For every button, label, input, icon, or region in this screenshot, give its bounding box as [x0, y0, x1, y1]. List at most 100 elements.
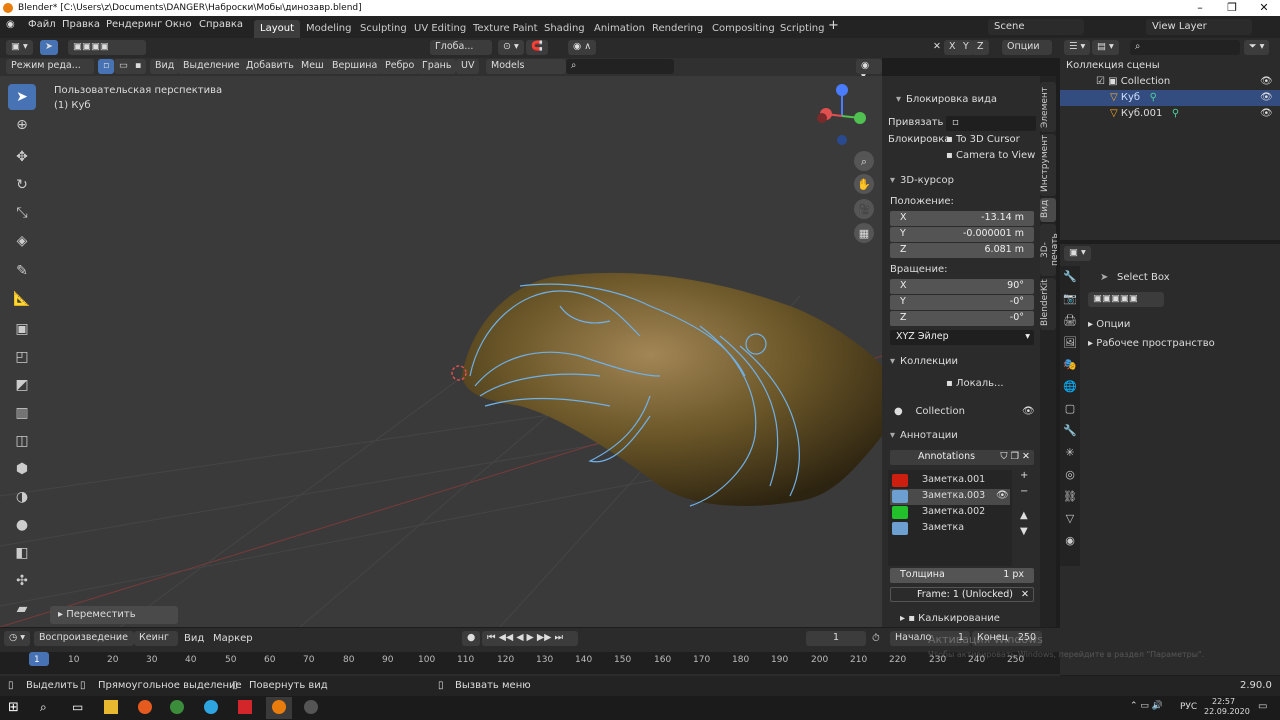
search-input[interactable]: ⌕	[566, 59, 674, 74]
shear-tool-icon[interactable]: ▰	[8, 596, 36, 622]
tab-item[interactable]: Элемент	[1040, 82, 1056, 132]
transform-orientation[interactable]: Глоба...	[430, 40, 492, 55]
annotation-layer-row[interactable]: Заметка.001	[890, 473, 1010, 489]
properties-editor-icon[interactable]: ▣ ▾	[1064, 246, 1091, 261]
world-tab-icon[interactable]: 🌐	[1060, 376, 1080, 398]
edge-slide-tool-icon[interactable]: ◧	[8, 540, 36, 566]
select-mode-buttons[interactable]: ▣▣▣▣▣	[1088, 292, 1164, 307]
mode-selector[interactable]: Режим реда...	[6, 59, 94, 74]
add-workspace-icon[interactable]: +	[828, 18, 839, 33]
proportional-icon[interactable]: ◉ ∧	[568, 40, 597, 55]
object-tab-icon[interactable]: ▢	[1060, 398, 1080, 420]
timeline-editor-icon[interactable]: ◷ ▾	[4, 631, 31, 646]
layer-color-swatch[interactable]	[892, 490, 908, 503]
timeline-marker-menu[interactable]: Маркер	[213, 633, 253, 644]
keyboard-language[interactable]: РУС	[1180, 702, 1197, 712]
constraints-tab-icon[interactable]: ⛓	[1060, 486, 1080, 508]
annotation-layer-row[interactable]: Заметка.003 👁	[890, 489, 1010, 505]
task-view-icon[interactable]: ▭	[72, 700, 83, 714]
cursor-loc-x[interactable]: X -13.14 m	[890, 211, 1034, 226]
3d-viewport[interactable]: ⌕ ✋ 🎥 ▦ Пользовательская перспектива (1)…	[0, 76, 882, 627]
face-select-icon[interactable]: ▪	[130, 59, 147, 74]
annotations-panel-header[interactable]: Аннотации	[886, 427, 958, 445]
tray-icons[interactable]: ⌃ ▭ 🔊	[1130, 701, 1163, 711]
layer-color-swatch[interactable]	[892, 506, 908, 519]
options-dropdown[interactable]: Опции	[1002, 40, 1052, 55]
windows-start-icon[interactable]: ⊞	[8, 700, 19, 715]
annotation-datablock[interactable]: Annotations ⛉ ❐ ✕	[890, 450, 1034, 465]
tab-sculpting[interactable]: Sculpting	[354, 20, 413, 38]
menu-select[interactable]: Выделение	[178, 59, 245, 74]
tab-uv-editing[interactable]: UV Editing	[408, 20, 472, 38]
tab-scripting[interactable]: Scripting	[774, 20, 830, 38]
vertex-select-icon[interactable]: ▫	[98, 59, 115, 74]
object-item-cube[interactable]: ▽ Куб ⚲	[1110, 92, 1157, 103]
rotation-mode-dropdown[interactable]: XYZ Эйлер ▾	[890, 330, 1034, 345]
smooth-tool-icon[interactable]: ●	[8, 512, 36, 538]
view-layer-selector[interactable]: View Layer	[1146, 19, 1252, 35]
eye-icon[interactable]: 👁	[1260, 108, 1273, 119]
move-up-icon[interactable]: ▲	[1020, 510, 1028, 521]
playback-controls[interactable]: ⏮ ◀◀ ◀ ▶ ▶▶ ⏭	[482, 631, 578, 646]
display-mode-icon[interactable]: ▤ ▾	[1092, 40, 1119, 55]
spin-tool-icon[interactable]: ◑	[8, 484, 36, 510]
tab-blenderkit[interactable]: BlenderKit	[1040, 278, 1056, 330]
shrink-tool-icon[interactable]: ✣	[8, 568, 36, 594]
eye-icon[interactable]: 👁	[1260, 76, 1273, 87]
scene-selector[interactable]: Scene	[988, 19, 1084, 35]
view-lock-header[interactable]: Блокировка вида	[892, 91, 997, 109]
clock-time[interactable]: 22:57	[1212, 697, 1235, 706]
collection-row[interactable]: ● Collection	[894, 406, 965, 417]
render-tab-icon[interactable]: 📷	[1060, 288, 1080, 310]
outliner-editor-icon[interactable]: ☰ ▾	[1064, 40, 1091, 55]
record-icon[interactable]: ●	[462, 631, 481, 646]
tab-texture-paint[interactable]: Texture Paint	[467, 20, 544, 38]
menu-edit[interactable]: Правка	[62, 19, 100, 30]
current-frame-field[interactable]: 1	[806, 631, 866, 646]
menu-view[interactable]: Вид	[150, 59, 180, 74]
blender-menu-icon[interactable]: ◉	[6, 19, 15, 30]
menu-face[interactable]: Грань	[417, 59, 457, 74]
particles-tab-icon[interactable]: ✳	[1060, 442, 1080, 464]
physics-tab-icon[interactable]: ◎	[1060, 464, 1080, 486]
rotate-tool-icon[interactable]: ↻	[8, 172, 36, 198]
blender-taskbar-icon[interactable]	[272, 700, 286, 714]
notifications-icon[interactable]: ▭	[1258, 701, 1267, 712]
search-icon[interactable]: ⌕	[40, 700, 47, 715]
tab-rendering[interactable]: Rendering	[646, 20, 709, 38]
menu-uv[interactable]: UV	[456, 59, 480, 74]
minimize-icon[interactable]: –	[1184, 0, 1216, 16]
collection-item[interactable]: ☑ ▣ Collection	[1096, 76, 1170, 87]
editor-type-icon[interactable]: ▣ ▾	[6, 40, 33, 55]
cursor-rot-x[interactable]: X 90°	[890, 279, 1034, 294]
snap-icon[interactable]: 🧲	[526, 40, 548, 55]
pdf-reader-icon[interactable]	[238, 700, 252, 714]
layer-color-swatch[interactable]	[892, 474, 908, 487]
transform-tool-icon[interactable]: ◈	[8, 228, 36, 254]
cursor-tool-icon[interactable]: ⊕	[8, 112, 36, 138]
move-down-icon[interactable]: ▼	[1020, 526, 1028, 537]
view-layer-tab-icon[interactable]: 🖼	[1060, 332, 1080, 354]
explorer-icon[interactable]	[104, 700, 118, 714]
onion-skin-row[interactable]: ▸ ▪ Калькирование	[900, 613, 1000, 624]
creature-mesh[interactable]	[462, 272, 882, 506]
models-dropdown[interactable]: Models	[486, 59, 566, 74]
tab-view[interactable]: Вид	[1040, 198, 1056, 222]
cursor-loc-z[interactable]: Z 6.081 m	[890, 243, 1034, 258]
menu-render[interactable]: Рендеринг	[106, 19, 162, 30]
clock-date[interactable]: 22.09.2020	[1204, 707, 1250, 716]
zoom-icon[interactable]: ⌕	[861, 155, 867, 168]
select-tool-icon[interactable]: ➤	[8, 84, 36, 110]
to-3d-cursor-checkbox[interactable]: ▪ To 3D Cursor	[946, 134, 1020, 145]
keying-menu[interactable]: Кеинг	[134, 631, 178, 646]
polybuild-tool-icon[interactable]: ⬢	[8, 456, 36, 482]
bevel-tool-icon[interactable]: ◩	[8, 372, 36, 398]
select-box-modes[interactable]: ▣▣▣▣	[68, 40, 146, 55]
eye-icon[interactable]: 👁	[1260, 92, 1273, 103]
close-icon[interactable]: ✕	[1248, 0, 1280, 16]
annotation-layer-row[interactable]: Заметка	[890, 521, 1010, 537]
collections-panel-header[interactable]: Коллекции	[886, 353, 958, 371]
stopwatch-icon[interactable]: ⏱	[872, 633, 880, 644]
layer-color-swatch[interactable]	[892, 522, 908, 535]
maximize-icon[interactable]: ❐	[1216, 0, 1248, 16]
